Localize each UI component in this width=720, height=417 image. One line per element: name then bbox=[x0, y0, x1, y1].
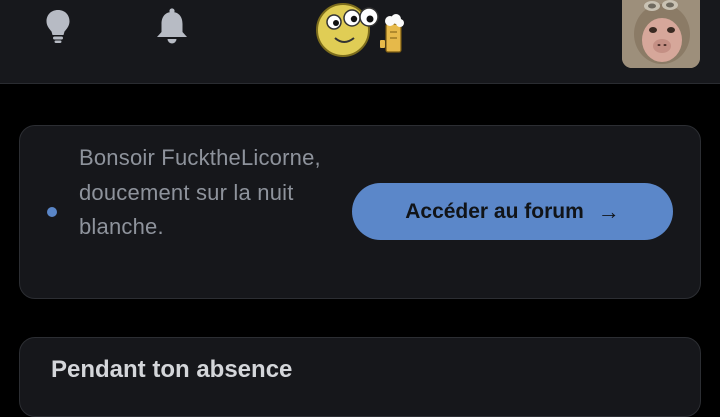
top-navigation-bar bbox=[0, 0, 720, 84]
absence-title: Pendant ton absence bbox=[51, 356, 293, 383]
bell-icon[interactable] bbox=[152, 4, 192, 48]
forum-access-button[interactable]: Accéder au forum → bbox=[352, 183, 673, 240]
lightbulb-icon[interactable] bbox=[38, 4, 78, 48]
greeting-message: Bonsoir FucktheLicorne, doucement sur la… bbox=[79, 145, 321, 239]
user-avatar[interactable] bbox=[622, 0, 700, 68]
status-dot bbox=[47, 207, 57, 217]
mascot-emoji[interactable] bbox=[314, 2, 412, 58]
arrow-right-icon: → bbox=[597, 198, 620, 224]
forum-button-label: Accéder au forum bbox=[405, 199, 584, 223]
